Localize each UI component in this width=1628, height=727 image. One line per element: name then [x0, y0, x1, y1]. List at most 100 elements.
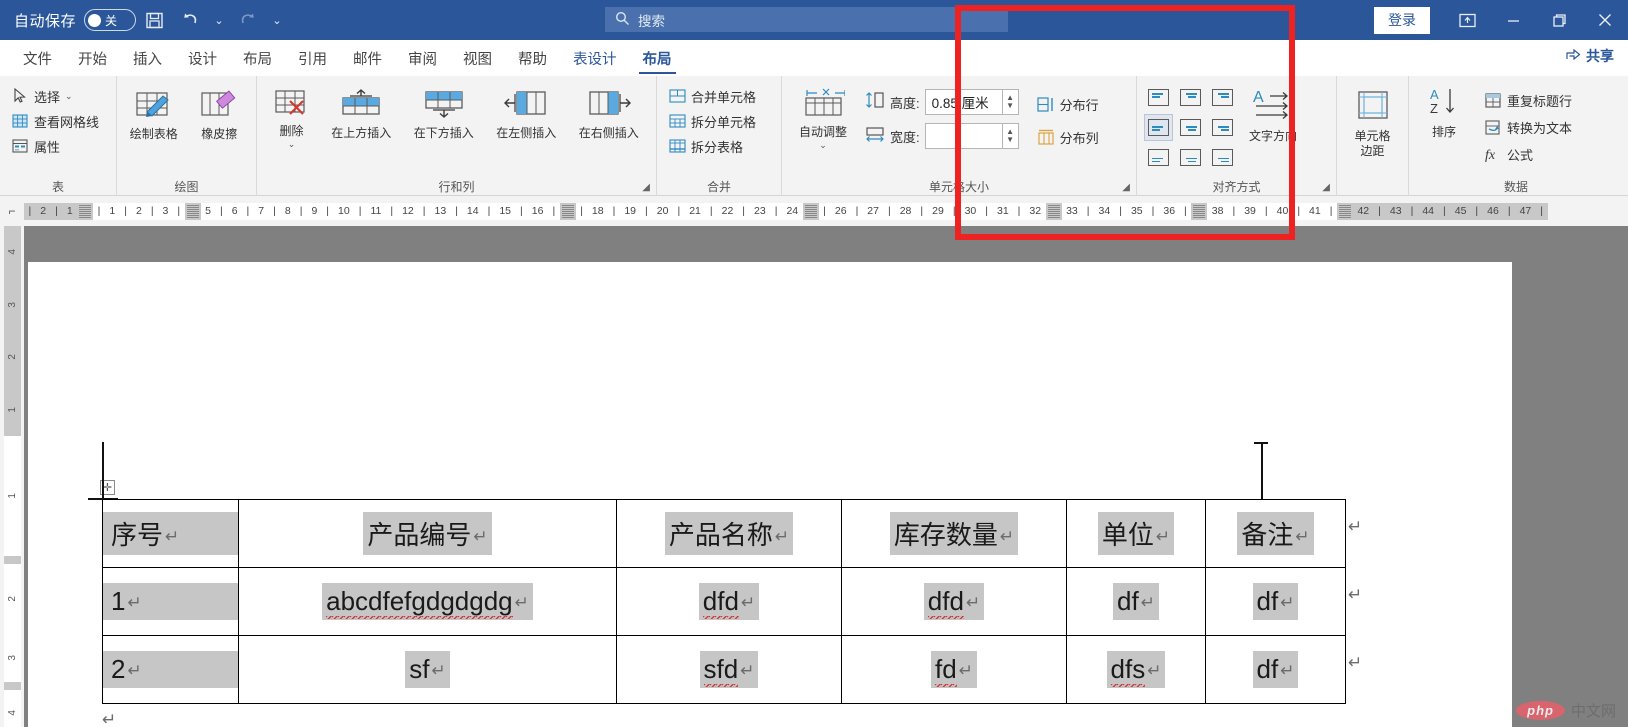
align-top-right-button[interactable] [1208, 84, 1237, 111]
column-marker[interactable] [1048, 204, 1060, 218]
chevron-down-icon[interactable]: ⌄ [288, 140, 296, 149]
sign-in-button[interactable]: 登录 [1374, 7, 1430, 34]
horizontal-ruler[interactable]: ⌐ | 2 | 1 | 1 | 2 | 3 | 5 | 6 | 7 | 8 | … [0, 196, 1628, 226]
spin-down-icon[interactable]: ▼ [1006, 137, 1014, 143]
table-cell[interactable]: 1↵ [103, 568, 239, 636]
draw-table-button[interactable]: 绘制表格 [124, 86, 184, 142]
row-height-stepper[interactable]: 0.85 厘米 ▲▼ [925, 89, 1019, 115]
dialog-launcher-cell-size[interactable]: ◢ [1122, 182, 1130, 193]
split-table-button[interactable]: 拆分表格 [664, 134, 747, 158]
align-middle-right-button[interactable] [1208, 114, 1237, 141]
column-marker[interactable] [562, 204, 574, 218]
vruler-row-marker-2[interactable] [4, 682, 21, 690]
customize-quick-access-icon[interactable]: ⌄ [266, 5, 288, 35]
table-cell[interactable]: dfs↵ [1067, 636, 1206, 704]
text-direction-button[interactable]: A 文字方向 [1242, 82, 1304, 144]
table-cell[interactable]: dfd↵ [617, 568, 842, 636]
tab-view[interactable]: 视图 [450, 40, 505, 76]
tab-design[interactable]: 设计 [175, 40, 230, 76]
tab-review[interactable]: 审阅 [395, 40, 450, 76]
align-bottom-right-button[interactable] [1208, 144, 1237, 171]
tab-insert[interactable]: 插入 [120, 40, 175, 76]
vertical-ruler[interactable]: 4 3 2 1 1 2 3 4 [0, 226, 24, 727]
table-properties-button[interactable]: 属性 [7, 134, 64, 158]
align-top-left-button[interactable] [1144, 84, 1173, 111]
table-header-cell[interactable]: 产品编号↵ [239, 500, 617, 568]
repeat-header-rows-button[interactable]: 重复标题行 [1480, 88, 1576, 112]
spin-down-icon[interactable]: ▼ [1006, 103, 1014, 109]
autosave-toggle[interactable]: 关 [84, 9, 136, 31]
table-row[interactable]: 2↵ sf↵ sfd↵ fd↵ dfs↵ df↵ [103, 636, 1346, 704]
table-cell[interactable]: sfd↵ [617, 636, 842, 704]
indent-marker[interactable] [79, 204, 91, 218]
merge-cells-button[interactable]: 合并单元格 [664, 84, 760, 108]
inventory-table[interactable]: 序号↵ 产品编号↵ 产品名称↵ 库存数量↵ 单位↵ 备注↵ [102, 499, 1346, 704]
column-width-stepper[interactable]: ▲▼ [925, 123, 1019, 149]
document-canvas[interactable]: ✛ 序号↵ 产品编号↵ 产品名称↵ 库存数量 [24, 226, 1628, 727]
table-cell[interactable]: df↵ [1206, 568, 1346, 636]
distribute-rows-button[interactable]: 分布行 [1033, 92, 1103, 116]
column-marker[interactable] [187, 204, 199, 218]
table-header-cell[interactable]: 备注↵ [1206, 500, 1346, 568]
ribbon-display-options-icon[interactable] [1444, 0, 1490, 40]
row-height-input[interactable]: 0.85 厘米 [925, 89, 1003, 115]
insert-right-button[interactable]: 在右侧插入 [568, 85, 649, 141]
eraser-button[interactable]: 橡皮擦 [190, 86, 250, 142]
save-icon[interactable] [136, 5, 172, 35]
column-width-spin-arrows[interactable]: ▲▼ [1003, 123, 1019, 149]
tab-help[interactable]: 帮助 [505, 40, 560, 76]
close-icon[interactable] [1582, 0, 1628, 40]
tab-table-layout[interactable]: 布局 [630, 40, 685, 76]
table-cell[interactable]: abcdfefgdgdgdg↵ [239, 568, 617, 636]
sort-button[interactable]: AZ 排序 [1416, 84, 1472, 140]
tab-home[interactable]: 开始 [65, 40, 120, 76]
table-cell[interactable]: fd↵ [842, 636, 1067, 704]
undo-dropdown-icon[interactable]: ⌄ [208, 5, 230, 35]
tab-layout[interactable]: 布局 [230, 40, 285, 76]
table-header-cell[interactable]: 单位↵ [1067, 500, 1206, 568]
row-height-spin-arrows[interactable]: ▲▼ [1003, 89, 1019, 115]
delete-button[interactable]: 删除 ⌄ [264, 85, 319, 149]
table-cell[interactable]: 2↵ [103, 636, 239, 704]
undo-icon[interactable] [172, 5, 208, 35]
view-gridlines-button[interactable]: 查看网格线 [7, 109, 103, 133]
vruler-row-marker[interactable] [4, 556, 21, 564]
select-button[interactable]: 选择 ⌄ [7, 84, 77, 108]
split-cells-button[interactable]: 拆分单元格 [664, 109, 760, 133]
table-header-cell[interactable]: 序号↵ [103, 500, 239, 568]
formula-button[interactable]: fx 公式 [1480, 142, 1576, 166]
dialog-launcher-alignment[interactable]: ◢ [1322, 182, 1330, 193]
table-cell[interactable]: dfd↵ [842, 568, 1067, 636]
table-row[interactable]: 序号↵ 产品编号↵ 产品名称↵ 库存数量↵ 单位↵ 备注↵ [103, 500, 1346, 568]
column-marker[interactable] [1193, 204, 1205, 218]
tab-table-design[interactable]: 表设计 [560, 40, 630, 76]
insert-above-button[interactable]: 在上方插入 [321, 85, 402, 141]
tab-stop-icon[interactable]: ⌐ [0, 196, 24, 226]
convert-to-text-button[interactable]: 转换为文本 [1480, 115, 1576, 139]
table-cell[interactable]: df↵ [1067, 568, 1206, 636]
tab-mailings[interactable]: 邮件 [340, 40, 395, 76]
table-row[interactable]: 1↵ abcdfefgdgdgdg↵ dfd↵ dfd↵ df↵ [103, 568, 1346, 636]
document-page[interactable]: ✛ 序号↵ 产品编号↵ 产品名称↵ 库存数量 [28, 262, 1512, 727]
table-cell[interactable]: sf↵ [239, 636, 617, 704]
cell-margins-button[interactable]: 单元格 边距 [1344, 86, 1401, 158]
chevron-down-icon[interactable]: ⌄ [819, 141, 827, 150]
tab-references[interactable]: 引用 [285, 40, 340, 76]
align-middle-left-button[interactable] [1144, 114, 1173, 141]
align-middle-center-button[interactable] [1176, 114, 1205, 141]
insert-left-button[interactable]: 在左侧插入 [486, 85, 567, 141]
column-width-input[interactable] [925, 123, 1003, 149]
search-box[interactable]: 搜索 [605, 7, 1008, 32]
align-top-center-button[interactable] [1176, 84, 1205, 111]
column-marker[interactable] [1339, 204, 1351, 218]
autofit-button[interactable]: 自动调整 ⌄ [789, 84, 857, 150]
minimize-icon[interactable] [1490, 0, 1536, 40]
dialog-launcher-rows-columns[interactable]: ◢ [642, 182, 650, 193]
table-header-cell[interactable]: 库存数量↵ [842, 500, 1067, 568]
table-cell[interactable]: df↵ [1206, 636, 1346, 704]
distribute-columns-button[interactable]: 分布列 [1033, 125, 1103, 149]
column-marker[interactable] [805, 204, 817, 218]
align-bottom-left-button[interactable] [1144, 144, 1173, 171]
tab-file[interactable]: 文件 [10, 40, 65, 76]
insert-below-button[interactable]: 在下方插入 [403, 85, 484, 141]
